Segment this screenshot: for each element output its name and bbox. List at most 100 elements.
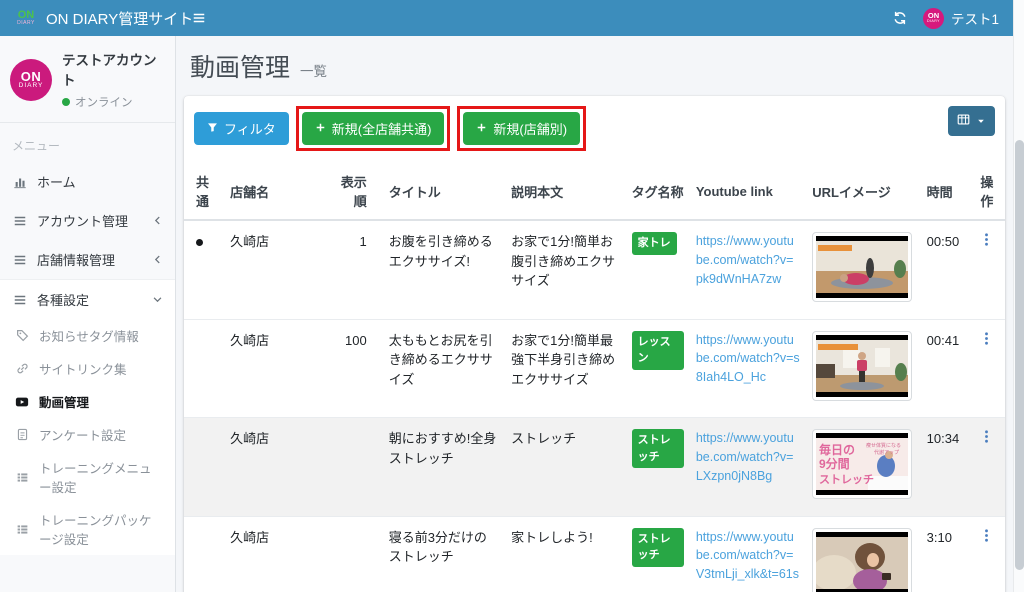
tag-cell: ストレッチ: [626, 418, 690, 517]
video-thumbnail: [812, 528, 912, 592]
tag-badge: ストレッチ: [632, 528, 684, 567]
tag-badge: ストレッチ: [632, 429, 684, 468]
row-actions-button[interactable]: [969, 516, 1005, 592]
page-subtitle: 一覧: [300, 60, 327, 80]
svg-text:毎日の: 毎日の: [819, 442, 855, 457]
caret-down-icon: [976, 114, 986, 129]
video-title: 朝におすすめ!全身ストレッチ: [383, 418, 505, 517]
new-all-stores-button[interactable]: 新規(全店舗共通): [302, 112, 445, 145]
youtube-link[interactable]: https://www.youtube.com/watch?v=s8Iah4LO…: [696, 331, 800, 387]
sidebar-item-account-management[interactable]: アカウント管理: [0, 201, 175, 240]
ellipsis-v-icon: [979, 432, 994, 447]
tag-cell: ストレッチ: [626, 516, 690, 592]
ellipsis-v-icon: [979, 531, 994, 546]
sidebar-user-panel: ONDIARY テストアカウント オンライン: [0, 36, 175, 123]
svg-text:痩せ体質になる: 痩せ体質になる: [866, 442, 901, 449]
video-title: お腹を引き締めるエクササイズ!: [383, 220, 505, 319]
refresh-icon[interactable]: [893, 11, 907, 25]
brand-logo-bottom: DIARY: [17, 21, 35, 26]
video-list-card: フィルタ 新規(全店舗共通) 新規(店舗別): [184, 96, 1005, 592]
video-thumbnail: [812, 331, 912, 401]
row-actions-button[interactable]: [969, 319, 1005, 418]
sidebar-item-training-package-settings[interactable]: トレーニングパッケージ設定: [0, 503, 175, 555]
video-table: 共通店舗名表示順タイトル説明本文タグ名称Youtube linkURLイメージ時…: [184, 163, 1005, 592]
row-actions-button[interactable]: [969, 418, 1005, 517]
view-options-button[interactable]: [948, 106, 995, 136]
chevron-left-icon: [152, 215, 163, 226]
sidebar-item-site-links[interactable]: サイトリンク集: [0, 352, 175, 385]
tag-cell: 家トレ: [626, 220, 690, 319]
video-description: ストレッチ: [505, 418, 625, 517]
thumbnail-cell: [806, 220, 920, 319]
account-status: オンライン: [62, 94, 165, 110]
plus-icon: [315, 121, 326, 136]
filter-button[interactable]: フィルタ: [194, 112, 289, 145]
account-name: テストアカウント: [62, 49, 165, 89]
scrollbar-thumb[interactable]: [1015, 140, 1024, 570]
sidebar-item-notice-tag-info[interactable]: お知らせタグ情報: [0, 319, 175, 352]
youtube-link[interactable]: https://www.youtube.com/watch?v=LXzpn0jN…: [696, 429, 800, 485]
youtube-link-cell: https://www.youtube.com/watch?v=pk9dWnHA…: [690, 220, 806, 319]
video-description: 家トレしよう!: [505, 516, 625, 592]
video-duration: 00:41: [921, 319, 969, 418]
sidebar-item-settings[interactable]: 各種設定: [0, 280, 175, 319]
row-actions-button[interactable]: [969, 220, 1005, 319]
user-avatar: ONDIARY: [923, 8, 944, 29]
svg-text:ストレッチ: ストレッチ: [819, 473, 874, 486]
table-row: 久崎店1お腹を引き締めるエクササイズ!お家で1分!簡単お腹引き締めエクササイズ家…: [184, 220, 1005, 319]
youtube-link[interactable]: https://www.youtube.com/watch?v=pk9dWnHA…: [696, 232, 800, 288]
list-icon: [12, 214, 28, 228]
ellipsis-v-icon: [979, 235, 994, 250]
video-duration: 10:34: [921, 418, 969, 517]
video-duration: 3:10: [921, 516, 969, 592]
video-title: 太ももとお尻を引き締めるエクササイズ: [383, 319, 505, 418]
table-row: 久崎店100太ももとお尻を引き締めるエクササイズお家で1分!簡単最強下半身引き締…: [184, 319, 1005, 418]
sidebar-item-survey-settings[interactable]: アンケート設定: [0, 418, 175, 451]
table-row: 久崎店朝におすすめ!全身ストレッチストレッチストレッチhttps://www.y…: [184, 418, 1005, 517]
sidebar-item-home[interactable]: ホーム: [0, 162, 175, 201]
online-dot-icon: [62, 98, 70, 106]
account-logo: ONDIARY: [10, 59, 52, 101]
common-flag: [184, 319, 224, 418]
tag-cell: レッスン: [626, 319, 690, 418]
page-scrollbar[interactable]: [1013, 0, 1024, 592]
list-alt-icon: [14, 523, 30, 536]
column-header-4: タイトル: [383, 163, 505, 220]
top-navbar: ONDIARY ON DIARY管理サイト ONDIARY テスト1: [0, 0, 1013, 36]
column-header-6: タグ名称: [626, 163, 690, 220]
video-description: お家で1分!簡単お腹引き締めエクササイズ: [505, 220, 625, 319]
filter-icon: [207, 121, 218, 136]
list-alt-icon: [14, 471, 30, 484]
user-menu[interactable]: ONDIARY テスト1: [923, 8, 999, 29]
brand-title: ON DIARY管理サイト: [46, 8, 193, 29]
new-per-store-button[interactable]: 新規(店舗別): [463, 112, 580, 145]
common-dot-icon: [196, 239, 203, 246]
store-name: 久崎店: [224, 418, 332, 517]
chevron-down-icon: [152, 294, 163, 305]
svg-text:9分間: 9分間: [819, 456, 850, 471]
annotation-box: 新規(店舗別): [457, 106, 586, 151]
sidebar-toggle-button[interactable]: [192, 11, 206, 25]
thumbnail-cell: [806, 516, 920, 592]
tag-icon: [14, 329, 30, 342]
sidebar-item-store-info-management[interactable]: 店舗情報管理: [0, 240, 175, 279]
column-header-7: Youtube link: [690, 163, 806, 220]
ellipsis-v-icon: [979, 334, 994, 349]
link-icon: [14, 362, 30, 375]
display-order: 100: [333, 319, 383, 418]
navbar-right: ONDIARY テスト1: [893, 8, 999, 29]
sidebar-item-video-management[interactable]: 動画管理: [0, 385, 175, 418]
video-thumbnail: 毎日の9分間ストレッチ痩せ体質になる代謝アップ: [812, 429, 912, 499]
column-header-10: 操作: [969, 163, 1005, 220]
column-header-1: 共通: [184, 163, 224, 220]
youtube-link[interactable]: https://www.youtube.com/watch?v=V3tmLji_…: [696, 528, 800, 584]
tag-badge: 家トレ: [632, 232, 677, 255]
settings-menu-group: 各種設定 お知らせタグ情報 サイトリンク集 動画管理 アンケート設: [0, 279, 175, 555]
sidebar-item-training-menu-settings[interactable]: トレーニングメニュー設定: [0, 451, 175, 503]
toolbar: フィルタ 新規(全店舗共通) 新規(店舗別): [184, 96, 1005, 161]
brand[interactable]: ONDIARY ON DIARY管理サイト: [14, 6, 180, 30]
survey-icon: [14, 428, 30, 441]
column-header-9: 時間: [921, 163, 969, 220]
display-order: [333, 418, 383, 517]
store-name: 久崎店: [224, 516, 332, 592]
